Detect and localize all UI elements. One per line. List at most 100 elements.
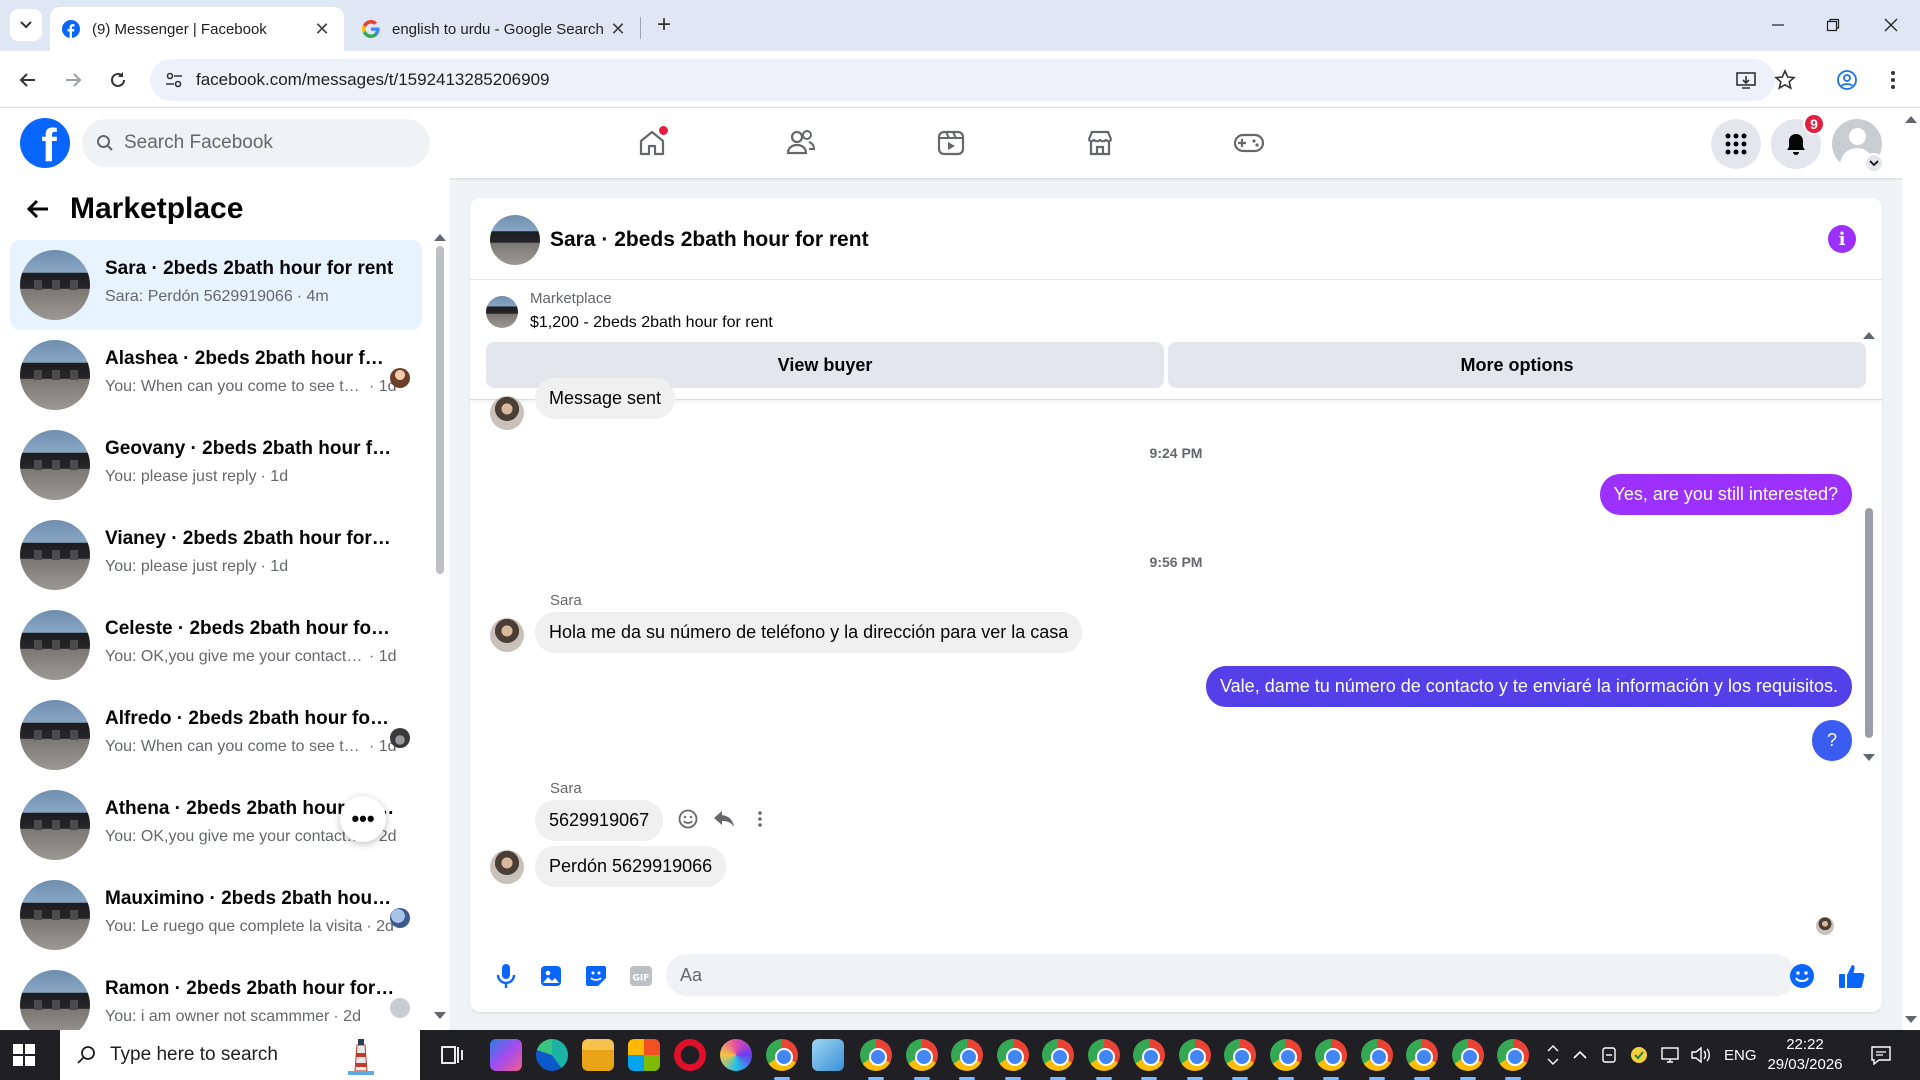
back-button[interactable]: [13, 65, 43, 95]
opera-icon[interactable]: [674, 1039, 706, 1071]
message-input[interactable]: [666, 954, 1796, 996]
edge-icon[interactable]: [536, 1039, 568, 1071]
address-bar[interactable]: facebook.com/messages/t/1592413285206909: [150, 59, 1775, 101]
photos-icon[interactable]: [720, 1039, 752, 1071]
network-icon[interactable]: [1660, 1030, 1680, 1080]
nav-marketplace[interactable]: [1080, 123, 1120, 163]
taskbar-clock[interactable]: 22:22 29/03/2026: [1760, 1035, 1850, 1075]
sender-avatar[interactable]: [490, 396, 524, 430]
more-options-button[interactable]: More options: [1168, 342, 1866, 388]
conversation-item[interactable]: Mauximino · 2beds 2bath hour for rent You…: [10, 870, 422, 960]
sender-avatar[interactable]: [490, 618, 524, 652]
notification-center-icon[interactable]: [1870, 1030, 1892, 1080]
sender-avatar[interactable]: [490, 850, 524, 884]
conversation-item[interactable]: Celeste · 2beds 2bath hour for rent You: …: [10, 600, 422, 690]
copilot-icon[interactable]: [490, 1039, 522, 1071]
message-bubble-incoming[interactable]: Perdón 5629919066: [535, 846, 727, 887]
page-scrollbar[interactable]: [1902, 108, 1920, 1030]
chrome-window-icon[interactable]: [1451, 1039, 1484, 1080]
chrome-window-icon[interactable]: [951, 1039, 983, 1080]
chrome-icon[interactable]: [766, 1039, 798, 1080]
chrome-window-icon[interactable]: [1178, 1039, 1211, 1080]
install-app-icon[interactable]: [1735, 69, 1757, 91]
file-explorer-icon[interactable]: [582, 1039, 614, 1071]
more-vertical-icon[interactable]: [749, 808, 771, 830]
chrome-window-icon[interactable]: [1087, 1039, 1120, 1080]
tab-search-button[interactable]: [10, 9, 42, 41]
minimize-button[interactable]: [1758, 10, 1798, 40]
listing-thumbnail[interactable]: [486, 296, 518, 328]
scroll-down-icon[interactable]: [434, 1012, 446, 1019]
sticker-icon[interactable]: [582, 962, 610, 990]
nav-friends[interactable]: [781, 123, 821, 163]
conversation-more-button[interactable]: •••: [340, 796, 386, 842]
search-input[interactable]: [124, 132, 404, 154]
scroll-up-icon[interactable]: [1863, 332, 1875, 339]
chrome-window-icon[interactable]: [905, 1039, 938, 1080]
notepad-icon[interactable]: [812, 1039, 844, 1071]
chrome-window-icon[interactable]: [1406, 1039, 1438, 1080]
facebook-logo-icon[interactable]: f: [20, 118, 70, 168]
security-tray-icon[interactable]: [1630, 1030, 1648, 1080]
tab-messenger[interactable]: (9) Messenger | Facebook ✕: [50, 7, 344, 51]
chrome-window-icon[interactable]: [1133, 1039, 1165, 1080]
browser-menu-icon[interactable]: [1882, 69, 1904, 91]
tray-expand-icon[interactable]: [1546, 1030, 1560, 1080]
site-settings-icon[interactable]: [164, 70, 184, 90]
chat-avatar[interactable]: [490, 215, 540, 265]
thumbs-up-icon[interactable]: [1838, 962, 1866, 990]
chrome-window-icon[interactable]: [996, 1039, 1029, 1080]
tab-google-search[interactable]: english to urdu - Google Search ✕: [350, 7, 640, 51]
scroll-up-icon[interactable]: [434, 234, 446, 241]
message-bubble-outgoing[interactable]: ?: [1811, 720, 1852, 761]
conversation-item[interactable]: Geovany · 2beds 2bath hour for rent You: …: [10, 420, 422, 510]
account-caret[interactable]: [1864, 153, 1884, 173]
back-button[interactable]: [22, 193, 54, 225]
start-button[interactable]: [12, 1043, 36, 1072]
close-tab-icon[interactable]: ✕: [312, 19, 332, 39]
chrome-window-icon[interactable]: [1269, 1039, 1302, 1080]
chrome-window-icon[interactable]: [1360, 1039, 1393, 1080]
task-view-icon[interactable]: [436, 1039, 468, 1071]
store-icon[interactable]: [628, 1039, 660, 1071]
close-tab-icon[interactable]: ✕: [608, 19, 628, 39]
language-indicator[interactable]: ENG: [1724, 1030, 1757, 1080]
scroll-down-icon[interactable]: [1905, 1016, 1917, 1023]
nav-watch[interactable]: [931, 123, 971, 163]
reload-button[interactable]: [103, 65, 133, 95]
taskbar-search[interactable]: Type here to search: [60, 1030, 420, 1080]
reply-icon[interactable]: [713, 808, 735, 830]
message-bubble-incoming[interactable]: 5629919067: [535, 800, 664, 841]
show-hidden-icons-icon[interactable]: [1572, 1030, 1588, 1080]
emoji-icon[interactable]: [1788, 962, 1816, 990]
menu-button[interactable]: [1711, 119, 1761, 169]
info-icon[interactable]: i: [1828, 225, 1856, 253]
chat-title[interactable]: Sara · 2beds 2bath hour for rent: [550, 228, 869, 252]
photo-icon[interactable]: [537, 962, 565, 990]
nav-gaming[interactable]: [1229, 123, 1269, 163]
microphone-icon[interactable]: [492, 962, 520, 990]
restore-button[interactable]: [1813, 10, 1853, 40]
conversation-item[interactable]: Sara · 2beds 2bath hour for rent Sara: Pe…: [10, 240, 422, 330]
gif-icon[interactable]: GIF: [627, 962, 655, 990]
nav-home[interactable]: [632, 123, 672, 163]
conversation-item[interactable]: Alashea · 2beds 2bath hour for rent You: …: [10, 330, 422, 420]
close-window-button[interactable]: [1871, 10, 1911, 40]
chrome-window-icon[interactable]: [860, 1039, 892, 1080]
profile-icon[interactable]: [1836, 69, 1858, 91]
react-smile-icon[interactable]: [677, 808, 699, 830]
scroll-down-icon[interactable]: [1863, 754, 1875, 761]
message-bubble-outgoing[interactable]: Yes, are you still interested?: [1599, 474, 1852, 515]
chrome-window-icon[interactable]: [1497, 1039, 1529, 1080]
chrome-window-icon[interactable]: [1042, 1039, 1074, 1080]
message-bubble-outgoing[interactable]: Vale, dame tu número de contacto y te en…: [1206, 666, 1852, 707]
notifications-button[interactable]: 9: [1771, 113, 1825, 169]
battery-tray-icon[interactable]: [1600, 1030, 1618, 1080]
new-tab-button[interactable]: +: [650, 11, 678, 39]
scrollbar-thumb[interactable]: [436, 246, 444, 574]
message-bubble-incoming[interactable]: Hola me da su número de teléfono y la di…: [535, 612, 1083, 653]
listing-price-title[interactable]: $1,200 - 2beds 2bath hour for rent: [530, 314, 773, 332]
chat-scrollbar[interactable]: [1862, 328, 1876, 761]
message-bubble-incoming[interactable]: Message sent: [535, 378, 676, 419]
bookmark-star-icon[interactable]: [1774, 69, 1796, 91]
